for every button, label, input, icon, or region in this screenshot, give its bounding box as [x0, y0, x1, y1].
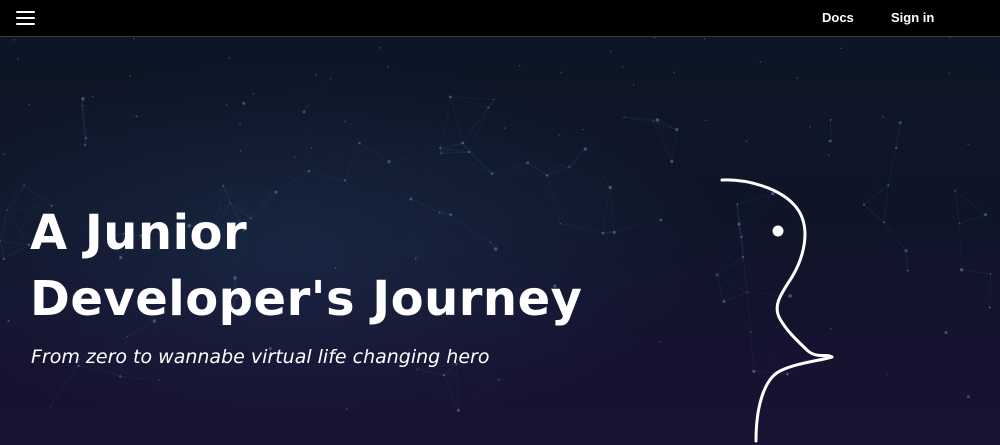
sign-in-link[interactable]: Sign in [891, 0, 934, 36]
hero-title-line-2: Developer's Journey [30, 271, 583, 327]
top-navbar: Docs Sign in [0, 0, 1000, 37]
face-profile-line-art [720, 178, 834, 443]
hero-title-line-1: A Junior [30, 205, 248, 261]
docs-link[interactable]: Docs [822, 0, 854, 36]
hero-title: A Junior Developer's Journey [30, 200, 730, 332]
hero-section: A Junior Developer's Journey From zero t… [0, 37, 1000, 445]
hamburger-menu-icon[interactable] [16, 10, 36, 26]
hero-subtitle: From zero to wannabe virtual life changi… [31, 346, 490, 368]
page: Docs Sign in A Junior Developer's Journe… [0, 0, 1000, 445]
